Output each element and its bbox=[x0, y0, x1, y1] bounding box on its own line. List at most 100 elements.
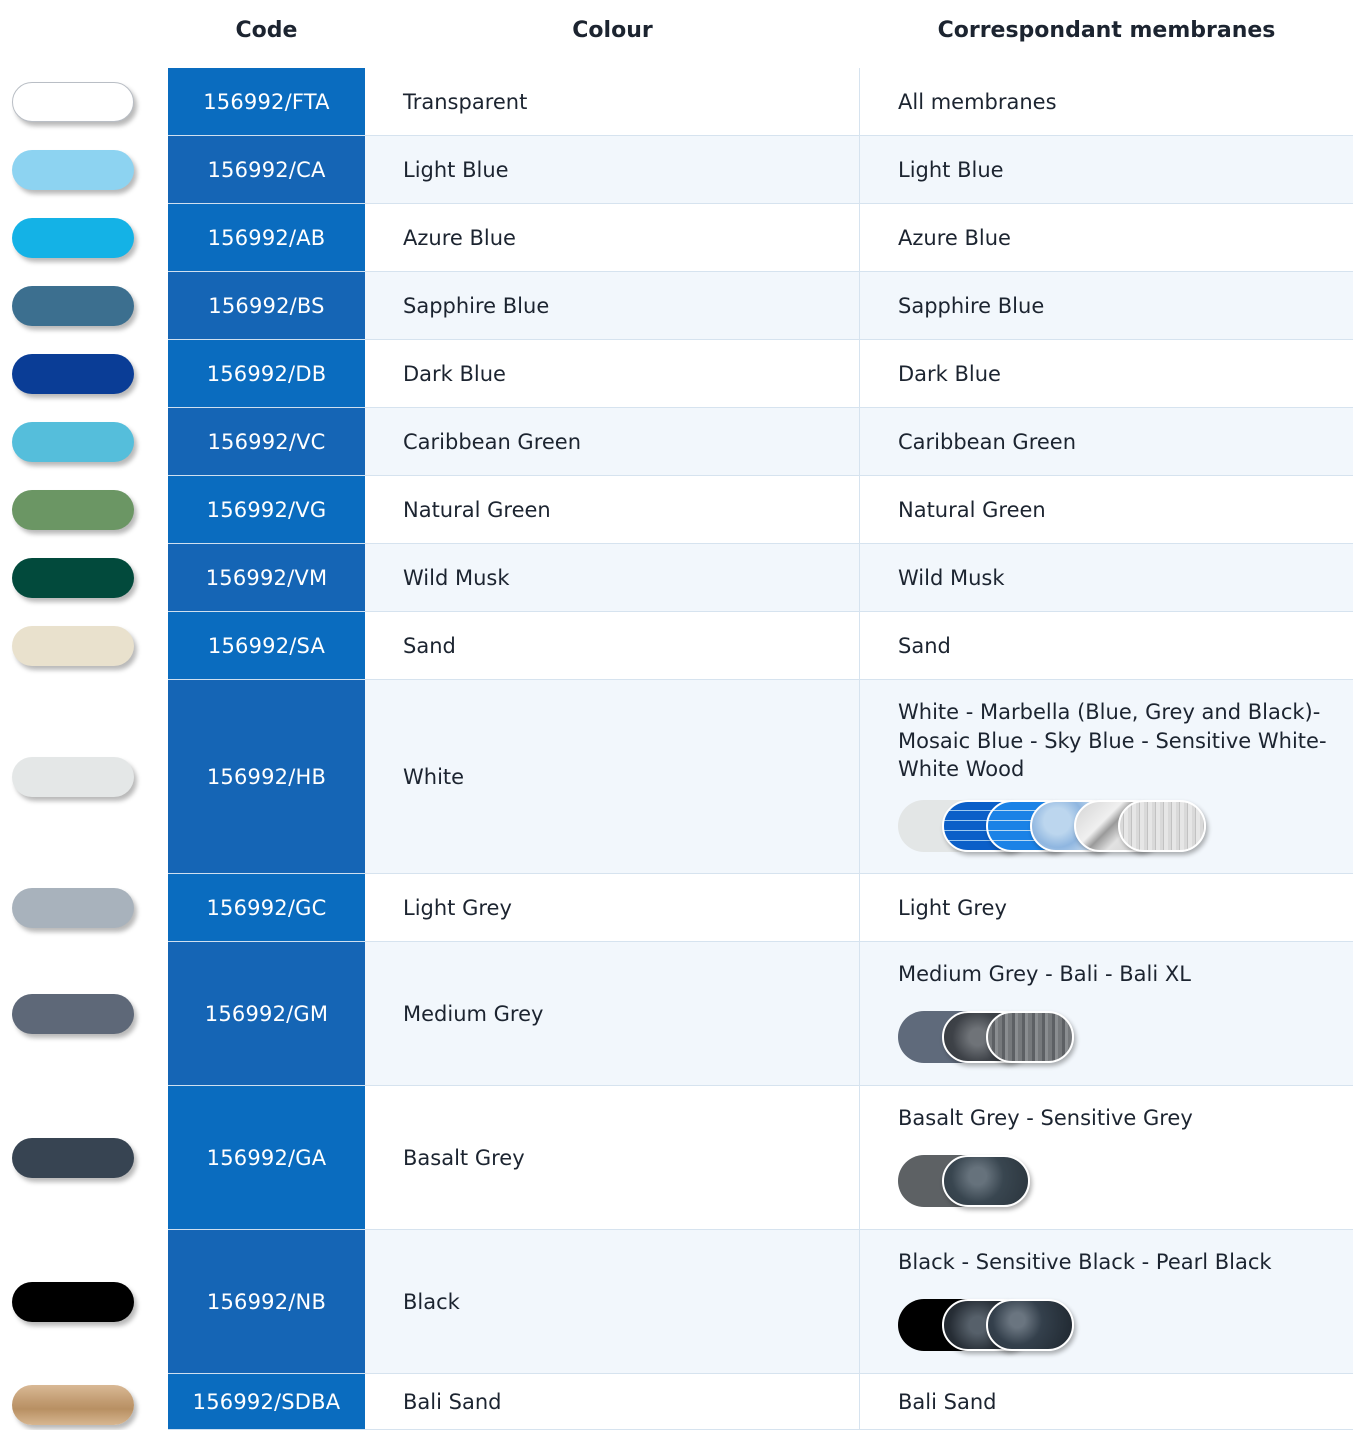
membranes-cell: Dark Blue bbox=[898, 361, 1001, 386]
code-cell: 156992/GA bbox=[168, 1086, 365, 1230]
colour-name-cell: Azure Blue bbox=[365, 204, 860, 271]
code-cell: 156992/VG bbox=[168, 476, 365, 544]
membranes-cell: All membranes bbox=[898, 89, 1057, 114]
row-info: Medium Grey Medium Grey - Bali - Bali XL bbox=[365, 942, 1353, 1086]
colour-name-cell: Sand bbox=[365, 612, 860, 679]
row-info: Basalt Grey Basalt Grey - Sensitive Grey bbox=[365, 1086, 1353, 1230]
colour-swatch bbox=[12, 354, 134, 394]
table-row: 156992/GM Medium Grey Medium Grey - Bali -… bbox=[0, 942, 1353, 1086]
membrane-sample-stack bbox=[898, 1154, 1353, 1207]
code-cell: 156992/GM bbox=[168, 942, 365, 1086]
colour-name-cell: Wild Musk bbox=[365, 544, 860, 611]
colour-swatch bbox=[12, 422, 134, 462]
colour-swatch bbox=[12, 1138, 134, 1178]
table-row: 156992/CA Light Blue Light Blue bbox=[0, 136, 1353, 204]
code-cell: 156992/HB bbox=[168, 680, 365, 874]
colour-swatch bbox=[12, 626, 134, 666]
colour-name-cell: White bbox=[365, 680, 860, 873]
table-row: 156992/SDBA Bali Sand Bali Sand bbox=[0, 1374, 1353, 1430]
colour-name-cell: Dark Blue bbox=[365, 340, 860, 407]
code-cell: 156992/VC bbox=[168, 408, 365, 476]
row-info: Transparent All membranes bbox=[365, 68, 1353, 136]
colour-swatch bbox=[12, 1385, 134, 1425]
membranes-cell: White - Marbella (Blue, Grey and Black)-… bbox=[860, 680, 1353, 873]
membranes-cell: Azure Blue bbox=[898, 225, 1011, 250]
membrane-sample-sensitive-grey bbox=[942, 1154, 1030, 1207]
colour-swatch bbox=[12, 490, 134, 530]
colour-swatch bbox=[12, 994, 134, 1034]
colour-name-cell: Basalt Grey bbox=[365, 1086, 860, 1229]
colour-swatch bbox=[12, 82, 134, 122]
membranes-cell: Light Grey bbox=[898, 895, 1007, 920]
membrane-sample-bali-xl bbox=[986, 1010, 1074, 1063]
table-row: 156992/NB Black Black - Sensitive Black - … bbox=[0, 1230, 1353, 1374]
table-row: 156992/AB Azure Blue Azure Blue bbox=[0, 204, 1353, 272]
colour-swatch bbox=[12, 757, 134, 797]
table-row: 156992/VC Caribbean Green Caribbean Green bbox=[0, 408, 1353, 476]
membrane-sample-stack bbox=[898, 799, 1353, 852]
column-header-membranes: Correspondant membranes bbox=[937, 18, 1276, 43]
colour-name-cell: Bali Sand bbox=[365, 1374, 860, 1429]
table-row: 156992/GA Basalt Grey Basalt Grey - Sensit… bbox=[0, 1086, 1353, 1230]
membranes-text: Black - Sensitive Black - Pearl Black bbox=[898, 1250, 1272, 1274]
table-row: 156992/VM Wild Musk Wild Musk bbox=[0, 544, 1353, 612]
colour-name-cell: Transparent bbox=[365, 68, 860, 135]
row-info: Wild Musk Wild Musk bbox=[365, 544, 1353, 612]
colour-name-cell: Caribbean Green bbox=[365, 408, 860, 475]
colour-name-cell: Sapphire Blue bbox=[365, 272, 860, 339]
table-row: 156992/FTA Transparent All membranes bbox=[0, 68, 1353, 136]
column-header-code: Code bbox=[235, 18, 298, 43]
membranes-cell: Basalt Grey - Sensitive Grey bbox=[860, 1086, 1353, 1229]
row-info: Light Blue Light Blue bbox=[365, 136, 1353, 204]
colour-name-cell: Natural Green bbox=[365, 476, 860, 543]
membranes-cell: Sand bbox=[898, 633, 951, 658]
colour-table-page: { "headers": { "code": "Code", "colour":… bbox=[0, 0, 1353, 1430]
code-cell: 156992/DB bbox=[168, 340, 365, 408]
colour-name-cell: Light Blue bbox=[365, 136, 860, 203]
membrane-sample-white-wood bbox=[1118, 799, 1206, 852]
membranes-text: Basalt Grey - Sensitive Grey bbox=[898, 1106, 1193, 1130]
code-cell: 156992/SA bbox=[168, 612, 365, 680]
membranes-cell: Wild Musk bbox=[898, 565, 1005, 590]
colour-swatch bbox=[12, 888, 134, 928]
table-row: 156992/HB White White - Marbella (Blue, Gr… bbox=[0, 680, 1353, 874]
table-row: 156992/VG Natural Green Natural Green bbox=[0, 476, 1353, 544]
row-info: Light Grey Light Grey bbox=[365, 874, 1353, 942]
colour-name-cell: Black bbox=[365, 1230, 860, 1373]
membrane-sample-pearl-black bbox=[986, 1298, 1074, 1351]
colour-name-cell: Medium Grey bbox=[365, 942, 860, 1085]
membrane-sample-stack bbox=[898, 1010, 1353, 1063]
table-row: 156992/GC Light Grey Light Grey bbox=[0, 874, 1353, 942]
membranes-text: Medium Grey - Bali - Bali XL bbox=[898, 962, 1191, 986]
membrane-sample-stack bbox=[898, 1298, 1353, 1351]
colour-name-cell: Light Grey bbox=[365, 874, 860, 941]
code-cell: 156992/BS bbox=[168, 272, 365, 340]
code-cell: 156992/FTA bbox=[168, 68, 365, 136]
membranes-cell: Medium Grey - Bali - Bali XL bbox=[860, 942, 1353, 1085]
table-row: 156992/BS Sapphire Blue Sapphire Blue bbox=[0, 272, 1353, 340]
row-info: Sapphire Blue Sapphire Blue bbox=[365, 272, 1353, 340]
row-info: Dark Blue Dark Blue bbox=[365, 340, 1353, 408]
code-cell: 156992/AB bbox=[168, 204, 365, 272]
membranes-cell: Natural Green bbox=[898, 497, 1046, 522]
membranes-cell: Light Blue bbox=[898, 157, 1004, 182]
code-cell: 156992/SDBA bbox=[168, 1374, 365, 1430]
code-cell: 156992/GC bbox=[168, 874, 365, 942]
membranes-cell: Black - Sensitive Black - Pearl Black bbox=[860, 1230, 1353, 1373]
code-cell: 156992/VM bbox=[168, 544, 365, 612]
table-row: 156992/DB Dark Blue Dark Blue bbox=[0, 340, 1353, 408]
colour-swatch bbox=[12, 286, 134, 326]
row-info: Azure Blue Azure Blue bbox=[365, 204, 1353, 272]
membranes-text: White - Marbella (Blue, Grey and Black)-… bbox=[898, 700, 1327, 781]
row-info: Black Black - Sensitive Black - Pearl Bla… bbox=[365, 1230, 1353, 1374]
colour-swatch bbox=[12, 150, 134, 190]
table-row: 156992/SA Sand Sand bbox=[0, 612, 1353, 680]
code-cell: 156992/NB bbox=[168, 1230, 365, 1374]
row-info: Bali Sand Bali Sand bbox=[365, 1374, 1353, 1430]
membranes-cell: Caribbean Green bbox=[898, 429, 1077, 454]
colour-swatch bbox=[12, 1282, 134, 1322]
row-info: Caribbean Green Caribbean Green bbox=[365, 408, 1353, 476]
membranes-cell: Sapphire Blue bbox=[898, 293, 1045, 318]
column-header-colour: Colour bbox=[572, 18, 653, 43]
row-info: Sand Sand bbox=[365, 612, 1353, 680]
